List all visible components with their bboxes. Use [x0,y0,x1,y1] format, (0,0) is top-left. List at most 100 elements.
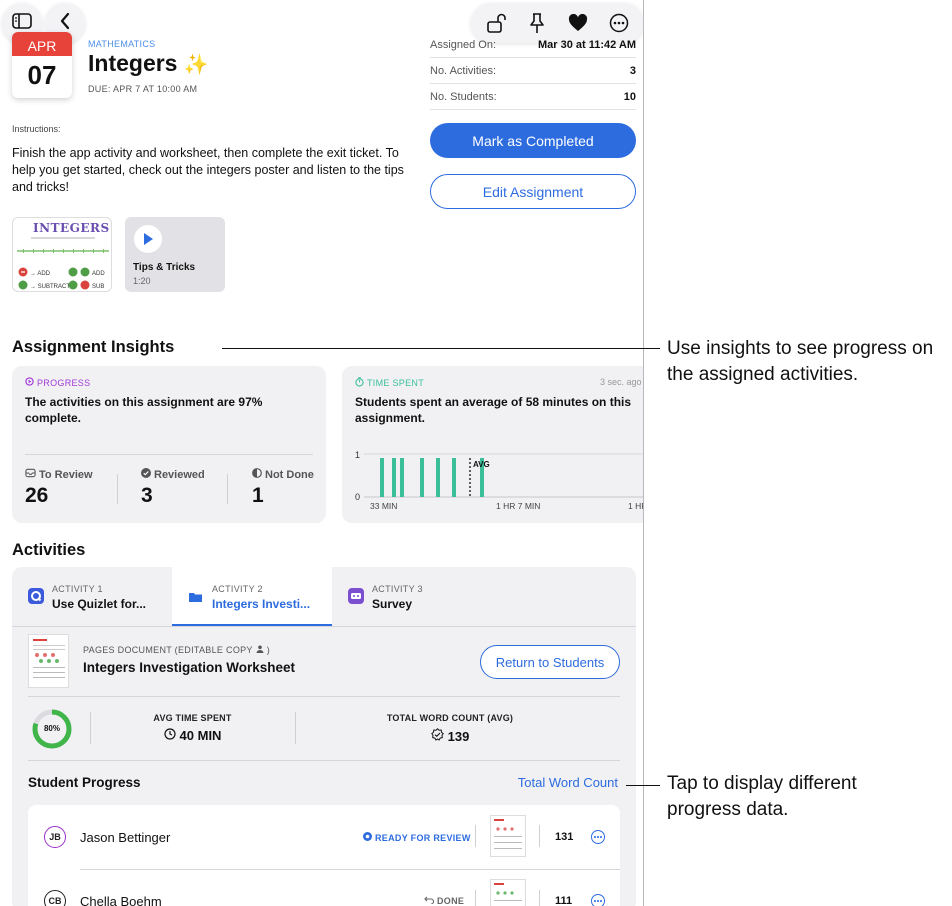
more-icon[interactable] [591,894,605,906]
time-spent-tag-label: TIME SPENT [367,378,425,388]
callout-line-progress [626,785,660,786]
tab-small-label: ACTIVITY 3 [372,584,423,594]
divider [227,474,228,504]
chart-x-tick: 33 MIN [370,501,397,511]
student-status: DONE [424,896,464,906]
avatar: JB [44,826,66,848]
progress-tag-label: PROGRESS [37,377,91,388]
video-duration: 1:20 [133,276,151,286]
half-circle-icon [252,468,262,481]
chart-y-tick: 1 [355,450,360,460]
time-spent-card[interactable]: TIME SPENT 3 sec. ago Students spent an … [342,366,644,523]
quizlet-icon [28,588,44,604]
document-thumbnail[interactable] [28,634,69,688]
video-title: Tips & Tricks [133,262,196,273]
word-count: 139 [295,728,605,744]
tab-activity-3[interactable]: ACTIVITY 3 Survey [332,567,492,626]
tab-activity-1[interactable]: ACTIVITY 1 Use Quizlet for... [12,567,172,626]
meta-label: Assigned On: [430,38,497,51]
insights-heading: Assignment Insights [12,338,175,356]
meta-value: 3 [629,64,636,77]
divider [28,696,620,697]
student-list: JB Jason Bettinger READY FOR REVIEW 131 … [28,805,620,906]
student-status-label: DONE [437,896,465,906]
checkmark-circle-icon [141,468,151,481]
submission-thumbnail[interactable] [490,879,526,906]
meta-value: Mar 30 at 11:42 AM [537,38,636,51]
edit-assignment-button[interactable]: Edit Assignment [430,174,636,209]
progress-summary: The activities on this assignment are 97… [25,395,263,425]
time-spent-summary: Students spent an average of 58 minutes … [355,395,632,425]
mark-completed-button[interactable]: Mark as Completed [430,123,636,158]
tab-name: Use Quizlet for... [52,597,147,611]
avg-time-value: 40 MIN [179,728,222,743]
timer-icon [355,377,364,389]
svg-text:→ ADD: → ADD [30,271,51,277]
student-status-label: READY FOR REVIEW [375,832,471,843]
poster-art: → ADD → SUBTRACT ADD SUB [17,237,109,290]
meta-activities: No. Activities: 3 [430,58,636,84]
word-count-value: 131 [555,831,574,843]
tab-activity-2[interactable]: ACTIVITY 2 Integers Investi... [172,567,332,626]
tab-small-label: ACTIVITY 2 [212,584,263,594]
word-count-value: 111 [555,895,573,906]
student-progress-heading: Student Progress [28,775,141,790]
chart-x-tick: 1 HR 7 MIN [496,501,540,511]
chart-bar [436,458,440,497]
chart-bar [392,458,396,497]
svg-text:→ SUBTRACT: → SUBTRACT [30,284,70,290]
tips-video-attachment[interactable]: Tips & Tricks 1:20 [125,217,225,292]
progress-tag: PROGRESS [25,377,90,388]
student-row[interactable]: CB Chella Boehm DONE 111 [28,870,620,906]
word-count-label: TOTAL WORD COUNT (AVG) [386,713,514,723]
time-spent-chart: 1 0 AVG 33 MIN 1 HR 7 MIN 1 HR 40 MIN [355,450,644,511]
student-row[interactable]: JB Jason Bettinger READY FOR REVIEW 131 [28,805,620,869]
folder-icon [188,590,203,602]
person-icon [256,645,264,655]
due-date-calendar: APR 07 [12,32,72,98]
callout-progress: Tap to display different progress data. [667,773,857,820]
assignment-title-text: Integers [88,50,178,76]
avatar: CB [44,890,66,906]
tab-name: Integers Investi... [212,597,311,611]
callout-line-insights [222,348,660,349]
divider [539,825,540,847]
assignment-title: Integers ✨ [88,50,209,77]
tab-small-label: ACTIVITY 1 [52,584,103,594]
tabs-divider [12,626,636,627]
document-preview [33,639,65,678]
student-name: Jason Bettinger [80,830,171,845]
chart-y-tick: 0 [355,492,360,502]
svg-text:ADD: ADD [92,271,105,277]
subject-label: MATHEMATICS [88,39,156,49]
divider [28,760,620,761]
stat-label: Not Done [265,468,314,481]
chart-bar [452,458,456,497]
submission-thumbnail[interactable] [490,815,526,857]
updated-timestamp: 3 sec. ago [600,377,642,387]
stat-not-done: Not Done [252,468,314,481]
return-to-students-button[interactable]: Return to Students [480,645,620,679]
meta-label: No. Activities: [430,64,497,77]
more-icon[interactable] [591,830,605,844]
progress-icon [25,377,34,388]
instructions-label: Instructions: [12,124,61,134]
stat-value: 1 [252,484,264,507]
calendar-month: APR [12,32,72,56]
divider [117,474,118,504]
chart-x-tick: 1 HR 40 MIN [628,501,644,511]
meta-assigned-on: Assigned On: Mar 30 at 11:42 AM [430,32,636,58]
stat-to-review: To Review [25,468,93,481]
progress-card[interactable]: PROGRESS The activities on this assignme… [12,366,326,523]
tray-icon [25,468,36,481]
submission-preview [494,819,522,849]
integers-poster-attachment[interactable]: INTEGERS → ADD → SUBTRACT ADD SUB [12,217,112,292]
student-status: READY FOR REVIEW [363,832,471,843]
submission-preview [494,883,522,901]
chart-bar [380,458,384,497]
divider [25,454,313,455]
return-arrow-icon [424,896,435,906]
svg-text:SUB: SUB [92,284,104,290]
play-icon[interactable] [134,225,162,253]
progress-filter-button[interactable]: Total Word Count [518,775,618,790]
